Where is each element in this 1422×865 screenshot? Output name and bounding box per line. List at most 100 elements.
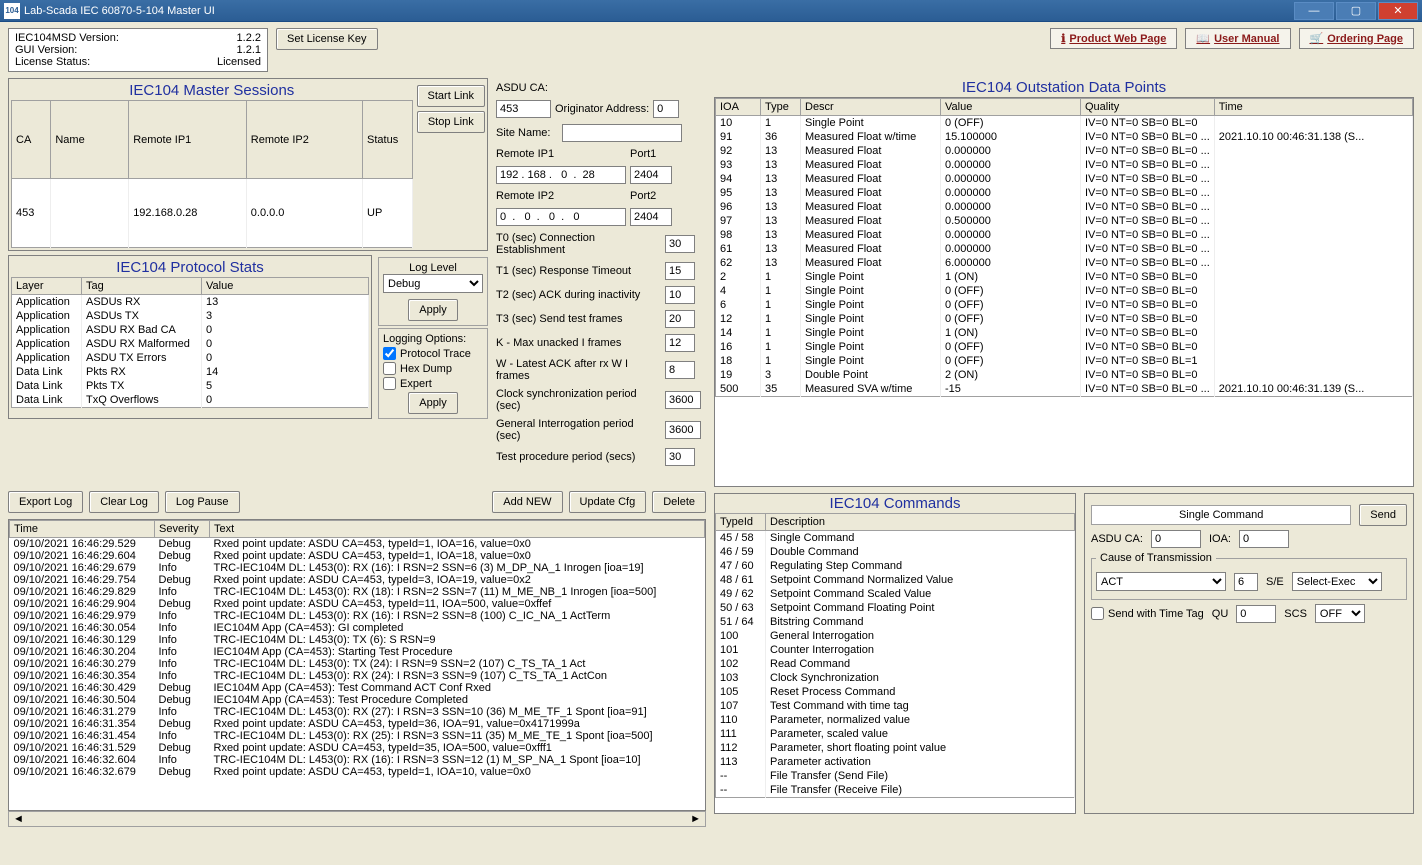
table-row[interactable]: 9213Measured Float0.000000IV=0 NT=0 SB=0… [716,144,1413,158]
table-row[interactable]: Data LinkPkts RX14 [12,365,369,379]
table-row[interactable]: 09/10/2021 16:46:29.529DebugRxed point u… [10,538,705,551]
table-row[interactable]: 9313Measured Float0.000000IV=0 NT=0 SB=0… [716,158,1413,172]
cot-select[interactable]: ACT [1096,572,1226,591]
table-row[interactable]: 101Counter Interrogation [716,643,1075,657]
table-row[interactable]: 105Reset Process Command [716,685,1075,699]
table-row[interactable]: 09/10/2021 16:46:30.279InfoTRC-IEC104M D… [10,658,705,670]
port1-input[interactable] [630,166,672,184]
table-row[interactable]: Data LinkPkts TX5 [12,379,369,393]
table-row[interactable]: 9813Measured Float0.000000IV=0 NT=0 SB=0… [716,228,1413,242]
table-row[interactable]: 141Single Point1 (ON)IV=0 NT=0 SB=0 BL=0 [716,326,1413,340]
table-row[interactable]: 09/10/2021 16:46:29.679InfoTRC-IEC104M D… [10,562,705,574]
table-row[interactable]: 181Single Point0 (OFF)IV=0 NT=0 SB=0 BL=… [716,354,1413,368]
se-select[interactable]: Select-Exec [1292,572,1382,591]
table-row[interactable]: 48 / 61Setpoint Command Normalized Value [716,573,1075,587]
table-row[interactable]: 09/10/2021 16:46:31.529DebugRxed point u… [10,742,705,754]
table-row[interactable]: ApplicationASDUs RX13 [12,295,369,310]
table-row[interactable]: 09/10/2021 16:46:32.679DebugRxed point u… [10,766,705,778]
w-input[interactable] [665,361,695,379]
qu-input[interactable] [1236,605,1276,623]
table-row[interactable]: 09/10/2021 16:46:30.429DebugIEC104M App … [10,682,705,694]
table-row[interactable]: 09/10/2021 16:46:30.354InfoTRC-IEC104M D… [10,670,705,682]
product-link[interactable]: ℹProduct Web Page [1050,28,1177,49]
log-pause-button[interactable]: Log Pause [165,491,240,513]
table-row[interactable]: 61Single Point0 (OFF)IV=0 NT=0 SB=0 BL=0 [716,298,1413,312]
table-row[interactable]: 09/10/2021 16:46:30.129InfoTRC-IEC104M D… [10,634,705,646]
table-row[interactable]: 47 / 60Regulating Step Command [716,559,1075,573]
set-license-button[interactable]: Set License Key [276,28,378,50]
table-row[interactable]: 09/10/2021 16:46:29.604DebugRxed point u… [10,550,705,562]
table-row[interactable]: 9513Measured Float0.000000IV=0 NT=0 SB=0… [716,186,1413,200]
table-row[interactable]: Data LinkTxQ Overflows0 [12,393,369,408]
close-button[interactable]: ✕ [1378,2,1418,20]
datapoints-table[interactable]: IOATypeDescrValueQualityTime101Single Po… [715,98,1413,397]
table-row[interactable]: 121Single Point0 (OFF)IV=0 NT=0 SB=0 BL=… [716,312,1413,326]
table-row[interactable]: 9613Measured Float0.000000IV=0 NT=0 SB=0… [716,200,1413,214]
table-row[interactable]: 193Double Point2 (ON)IV=0 NT=0 SB=0 BL=0 [716,368,1413,382]
table-row[interactable]: 453192.168.0.280.0.0.0UP [12,179,413,248]
table-row[interactable]: 113Parameter activation [716,755,1075,769]
commands-table[interactable]: TypeIdDescription45 / 58Single Command46… [715,513,1075,798]
export-log-button[interactable]: Export Log [8,491,83,513]
gi-input[interactable] [665,421,701,439]
timetag-checkbox[interactable]: Send with Time Tag [1091,607,1204,620]
table-row[interactable]: 101Single Point0 (OFF)IV=0 NT=0 SB=0 BL=… [716,116,1413,131]
orig-input[interactable] [653,100,679,118]
table-row[interactable]: 09/10/2021 16:46:29.754DebugRxed point u… [10,574,705,586]
table-row[interactable]: 09/10/2021 16:46:32.604InfoTRC-IEC104M D… [10,754,705,766]
scrollbar[interactable]: ◄► [8,811,706,827]
sessions-table[interactable]: CANameRemote IP1Remote IP2Status453192.1… [11,100,413,248]
table-row[interactable]: 110Parameter, normalized value [716,713,1075,727]
t3-input[interactable] [665,310,695,328]
scs-select[interactable]: OFF [1315,604,1365,623]
table-row[interactable]: --File Transfer (Send File) [716,769,1075,783]
table-row[interactable]: --File Transfer (Receive File) [716,783,1075,798]
k-input[interactable] [665,334,695,352]
table-row[interactable]: 09/10/2021 16:46:30.054InfoIEC104M App (… [10,622,705,634]
manual-link[interactable]: 📖User Manual [1185,28,1290,49]
table-row[interactable]: ApplicationASDU RX Bad CA0 [12,323,369,337]
table-row[interactable]: ApplicationASDU RX Malformed0 [12,337,369,351]
site-input[interactable] [562,124,682,142]
table-row[interactable]: 09/10/2021 16:46:31.354DebugRxed point u… [10,718,705,730]
minimize-button[interactable]: — [1294,2,1334,20]
rip1-input[interactable] [496,166,626,184]
table-row[interactable]: ApplicationASDUs TX3 [12,309,369,323]
port2-input[interactable] [630,208,672,226]
table-row[interactable]: 111Parameter, scaled value [716,727,1075,741]
order-link[interactable]: 🛒Ordering Page [1299,28,1415,49]
table-row[interactable]: 09/10/2021 16:46:31.279InfoTRC-IEC104M D… [10,706,705,718]
table-row[interactable]: 9713Measured Float0.500000IV=0 NT=0 SB=0… [716,214,1413,228]
cmd-asdu-input[interactable] [1151,530,1201,548]
table-row[interactable]: 100General Interrogation [716,629,1075,643]
table-row[interactable]: 107Test Command with time tag [716,699,1075,713]
table-row[interactable]: 45 / 58Single Command [716,531,1075,546]
table-row[interactable]: 09/10/2021 16:46:29.904DebugRxed point u… [10,598,705,610]
table-row[interactable]: 21Single Point1 (ON)IV=0 NT=0 SB=0 BL=0 [716,270,1413,284]
apply-logopts-button[interactable]: Apply [408,392,458,414]
table-row[interactable]: 6213Measured Float6.000000IV=0 NT=0 SB=0… [716,256,1413,270]
expert-checkbox[interactable]: Expert [383,377,483,390]
table-row[interactable]: 09/10/2021 16:46:29.829InfoTRC-IEC104M D… [10,586,705,598]
table-row[interactable]: 41Single Point0 (OFF)IV=0 NT=0 SB=0 BL=0 [716,284,1413,298]
table-row[interactable]: 9413Measured Float0.000000IV=0 NT=0 SB=0… [716,172,1413,186]
t2-input[interactable] [665,286,695,304]
asdu-input[interactable] [496,100,551,118]
delete-button[interactable]: Delete [652,491,706,513]
t1-input[interactable] [665,262,695,280]
trace-checkbox[interactable]: Protocol Trace [383,347,483,360]
apply-loglevel-button[interactable]: Apply [408,299,458,321]
t0-input[interactable] [665,235,695,253]
rip2-input[interactable] [496,208,626,226]
table-row[interactable]: 09/10/2021 16:46:29.979InfoTRC-IEC104M D… [10,610,705,622]
cot-num-input[interactable] [1234,573,1258,591]
table-row[interactable]: 09/10/2021 16:46:30.504DebugIEC104M App … [10,694,705,706]
table-row[interactable]: 09/10/2021 16:46:30.204InfoIEC104M App (… [10,646,705,658]
hex-checkbox[interactable]: Hex Dump [383,362,483,375]
loglevel-select[interactable]: Debug [383,274,483,293]
table-row[interactable]: ApplicationASDU TX Errors0 [12,351,369,365]
table-row[interactable]: 50 / 63Setpoint Command Floating Point [716,601,1075,615]
cs-input[interactable] [665,391,701,409]
log-area[interactable]: TimeSeverityText09/10/2021 16:46:29.529D… [8,519,706,811]
send-button[interactable]: Send [1359,504,1407,526]
